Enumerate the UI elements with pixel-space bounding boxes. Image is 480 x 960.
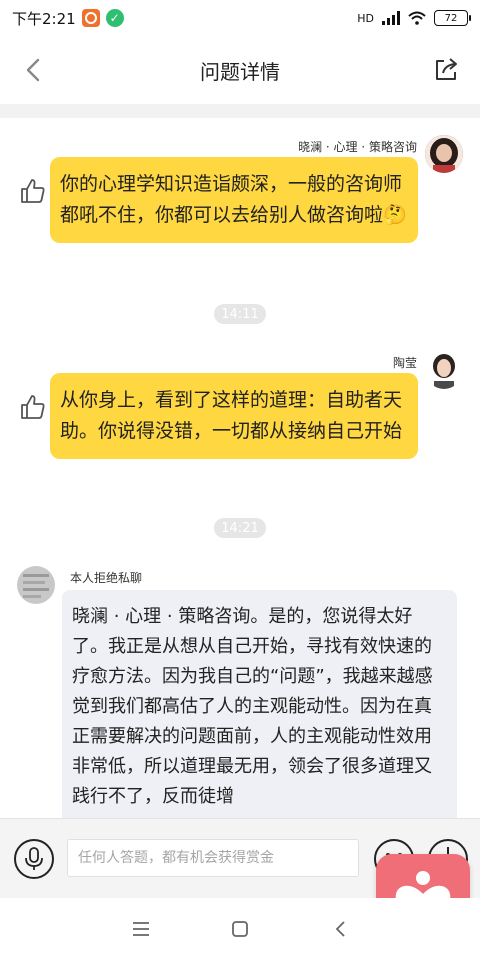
share-button[interactable] bbox=[430, 54, 462, 86]
chevron-left-icon bbox=[335, 921, 345, 937]
back-button[interactable] bbox=[18, 54, 50, 86]
message-bubble[interactable]: 你的心理学知识造诣颇深，一般的咨询师都吼不住，你都可以去给别人做咨询啦🤔 bbox=[50, 157, 418, 243]
voice-button[interactable] bbox=[14, 839, 54, 879]
message-author: 本人拒绝私聊 bbox=[70, 571, 143, 585]
check-badge-icon: ✓ bbox=[105, 9, 124, 27]
menu-icon bbox=[133, 922, 149, 936]
page-title: 问题详情 bbox=[200, 59, 280, 84]
avatar-image bbox=[17, 566, 55, 604]
like-button[interactable] bbox=[19, 177, 47, 205]
home-button[interactable] bbox=[227, 916, 253, 942]
status-time: 下午2:21 bbox=[12, 9, 76, 28]
share-icon bbox=[436, 58, 457, 80]
wifi-icon bbox=[408, 11, 426, 25]
home-square-icon bbox=[232, 921, 248, 937]
timestamp-pill: 14:11 bbox=[214, 304, 266, 324]
header-divider bbox=[0, 104, 480, 118]
avatar[interactable] bbox=[17, 566, 55, 604]
timestamp-pill: 14:21 bbox=[214, 518, 266, 538]
thumbs-up-icon bbox=[21, 179, 45, 203]
system-nav-bar bbox=[0, 898, 480, 960]
system-back-button[interactable] bbox=[328, 916, 354, 942]
avatar[interactable] bbox=[425, 351, 463, 389]
answer-input[interactable] bbox=[67, 839, 359, 877]
status-right: HD 72 bbox=[357, 10, 471, 26]
avatar[interactable] bbox=[425, 135, 463, 173]
signal-icon bbox=[382, 11, 400, 25]
message-bubble[interactable]: 晓澜 · 心理 · 策略咨询。是的，您说得太好了。我正是从想从自己开始，寻找有效… bbox=[62, 590, 457, 818]
battery-icon: 72 bbox=[434, 10, 471, 26]
chevron-left-icon bbox=[26, 58, 40, 82]
avatar-image bbox=[425, 351, 463, 389]
status-bar: 下午2:21 ✓ HD 72 bbox=[0, 0, 480, 36]
chat-thread[interactable]: 晓澜 · 心理 · 策略咨询 你的心理学知识造诣颇深，一般的咨询师都吼不住，你都… bbox=[0, 118, 480, 818]
message-author: 陶莹 bbox=[392, 356, 417, 370]
notification-app-icon bbox=[81, 9, 100, 27]
avatar-image bbox=[425, 135, 463, 173]
menu-button[interactable] bbox=[128, 916, 154, 942]
message-bubble[interactable]: 从你身上，看到了这样的道理：自助者天助。你说得没错，一切都从接纳自己开始 bbox=[50, 373, 418, 459]
like-button[interactable] bbox=[19, 393, 47, 421]
battery-level: 72 bbox=[444, 12, 458, 24]
thumbs-up-icon bbox=[21, 395, 45, 419]
nav-bar: 问题详情 bbox=[0, 40, 480, 100]
microphone-icon bbox=[25, 847, 43, 870]
network-hd-label: HD bbox=[357, 11, 374, 25]
status-left: 下午2:21 ✓ bbox=[12, 8, 124, 29]
message-author: 晓澜 · 心理 · 策略咨询 bbox=[298, 140, 417, 154]
